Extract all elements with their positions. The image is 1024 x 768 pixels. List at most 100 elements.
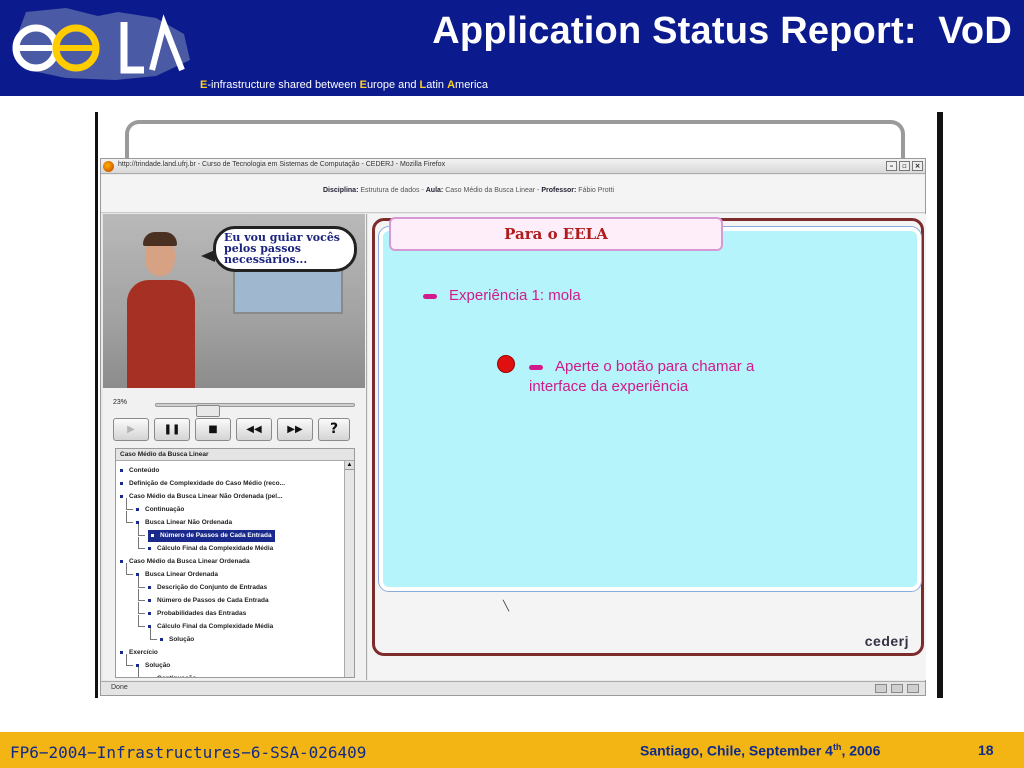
lesson-value: Caso Médio da Busca Linear <box>445 187 536 194</box>
discipline-label: Disciplina: <box>323 187 359 194</box>
toc-item-label: Solução <box>169 636 195 643</box>
toc-item-label: Descrição do Conjunto de Entradas <box>157 584 268 591</box>
bullet-dash-icon <box>529 364 543 370</box>
forward-button[interactable]: ▶▶ <box>277 418 313 441</box>
tagline-text: urope and <box>366 79 420 91</box>
bullet-icon <box>148 611 151 615</box>
bullet-icon <box>151 533 154 537</box>
close-button[interactable]: × <box>912 161 923 171</box>
player-controls: ▶ ❚❚ ■ ◀◀ ▶▶ ? <box>113 418 350 441</box>
speech-bubble: Eu vou guiar vocês pelos passos necessár… <box>213 226 357 272</box>
toc-item[interactable]: Busca Linear Não Ordenada <box>136 517 232 529</box>
lesson-label: Aula: <box>425 187 444 194</box>
toc-item[interactable]: Cálculo Final da Complexidade Média <box>148 543 273 555</box>
tree-connector <box>126 511 133 523</box>
toc-scrollbar[interactable]: ▲ <box>344 461 354 677</box>
presenter <box>127 280 195 388</box>
tagline-text: atin <box>426 79 448 91</box>
tagline-a: A <box>447 79 456 91</box>
toc-item[interactable]: Número de Passos de Cada Entrada <box>148 595 269 607</box>
bullet-icon <box>120 468 123 472</box>
slider-thumb[interactable] <box>196 405 220 417</box>
bullet-icon <box>148 676 151 677</box>
stop-button[interactable]: ■ <box>195 418 231 441</box>
tagline-text: -infrastructure shared between <box>207 79 360 91</box>
tree-connector <box>150 628 157 640</box>
toc-item-label: Continuação <box>157 675 196 677</box>
toc-item[interactable]: Solução <box>160 634 194 646</box>
help-button[interactable]: ? <box>318 418 350 441</box>
progress-row: 23% <box>103 398 365 417</box>
left-pane: Eu vou guiar vocês pelos passos necessár… <box>103 214 367 680</box>
mouse-cursor-icon: ╲ <box>503 601 510 612</box>
launch-experiment-button[interactable] <box>497 355 515 373</box>
play-button[interactable]: ▶ <box>113 418 149 441</box>
toc-item[interactable]: Definição de Complexidade do Caso Médio … <box>120 478 285 490</box>
date-year: , 2006 <box>841 742 881 759</box>
toc-item-label: Cálculo Final da Complexidade Média <box>157 545 274 552</box>
browser-titlebar[interactable]: http://trindade.land.ufrj.br - Curso de … <box>101 159 925 174</box>
toc-item[interactable]: Conteúdo <box>120 465 159 477</box>
location-date-text: Santiago, Chile, September 4 <box>640 742 833 759</box>
window-controls: – ▫ × <box>886 161 923 171</box>
toc-item-label: Cálculo Final da Complexidade Média <box>157 623 274 630</box>
lesson-frame: Para o EELA Experiência 1: mola Aperte o… <box>372 217 924 656</box>
toc-item[interactable]: Busca Linear Ordenada <box>136 569 218 581</box>
tagline-e2: E <box>359 79 367 91</box>
table-of-contents: Caso Médio da Busca Linear ▲ Conteúdo Def… <box>115 448 355 678</box>
instruction-line-2: interface da experiência <box>529 378 689 395</box>
maximize-button[interactable]: ▫ <box>899 161 910 171</box>
experience-item[interactable]: Experiência 1: mola <box>423 287 581 304</box>
rewind-button[interactable]: ◀◀ <box>236 418 272 441</box>
toc-item-label: Solução <box>145 662 171 669</box>
tree-connector <box>138 602 145 614</box>
tree-connector <box>138 576 145 588</box>
bullet-icon <box>120 650 123 654</box>
toc-item[interactable]: Continuação <box>148 673 196 677</box>
tree-connector <box>138 537 145 549</box>
browser-statusbar: Done <box>101 681 925 695</box>
browser-window: http://trindade.land.ufrj.br - Curso de … <box>100 158 926 696</box>
popup-icon <box>891 684 903 693</box>
video-player[interactable]: Eu vou guiar vocês pelos passos necessár… <box>103 214 365 388</box>
tree-connector <box>138 667 145 677</box>
pause-button[interactable]: ❚❚ <box>154 418 190 441</box>
minimize-button[interactable]: – <box>886 161 897 171</box>
eela-logo <box>6 4 196 84</box>
toc-item[interactable]: Caso Médio da Busca Linear Não Ordenada … <box>120 491 283 503</box>
bullet-icon <box>160 637 163 641</box>
bullet-dash-icon <box>423 293 437 299</box>
tree-connector <box>138 589 145 601</box>
progress-slider[interactable] <box>155 403 355 417</box>
toc-item[interactable]: Número de Passos de Cada Entrada <box>148 530 275 542</box>
tree-connector <box>138 524 145 536</box>
toc-item[interactable]: Descrição do Conjunto de Entradas <box>148 582 267 594</box>
bullet-icon <box>120 494 123 498</box>
toc-header: Caso Médio da Busca Linear <box>116 449 354 461</box>
slide-title: Application Status Report: VoD <box>432 10 1012 52</box>
discipline-bar: Disciplina: Estrutura de dados - Aula: C… <box>101 175 925 213</box>
experiment-instruction: Aperte o botão para chamar a interface d… <box>529 357 754 397</box>
toc-item[interactable]: Probabilidades das Entradas <box>148 608 246 620</box>
toc-item-label: Probabilidades das Entradas <box>157 610 247 617</box>
experience-label: Experiência 1: mola <box>449 287 581 304</box>
screenshot-area: http://trindade.land.ufrj.br - Curso de … <box>95 112 943 698</box>
bullet-icon <box>148 585 151 589</box>
toc-item-label: Conteúdo <box>129 467 160 474</box>
lesson-content: Para o EELA Experiência 1: mola Aperte o… <box>368 214 926 680</box>
bullet-icon <box>120 481 123 485</box>
instruction-line-1: Aperte o botão para chamar a <box>555 358 755 375</box>
tagline-text: merica <box>455 79 489 91</box>
toc-item[interactable]: Continuação <box>136 504 184 516</box>
scroll-up-icon[interactable]: ▲ <box>345 461 354 470</box>
tagline: E-infrastructure shared between Europe a… <box>200 79 488 91</box>
tree-connector <box>138 615 145 627</box>
status-text: Done <box>111 684 128 691</box>
toc-item[interactable]: Caso Médio da Busca Linear Ordenada <box>120 556 250 568</box>
professor-label: Professor: <box>541 187 577 194</box>
toc-item[interactable]: Cálculo Final da Complexidade Média <box>148 621 273 633</box>
screenshot-border <box>95 112 98 698</box>
slide-footer: FP6−2004−Infrastructures−6-SSA-026409 Sa… <box>0 732 1024 768</box>
toc-item-label: Busca Linear Não Ordenada <box>145 519 233 526</box>
discipline-value: Estrutura de dados <box>360 187 420 194</box>
